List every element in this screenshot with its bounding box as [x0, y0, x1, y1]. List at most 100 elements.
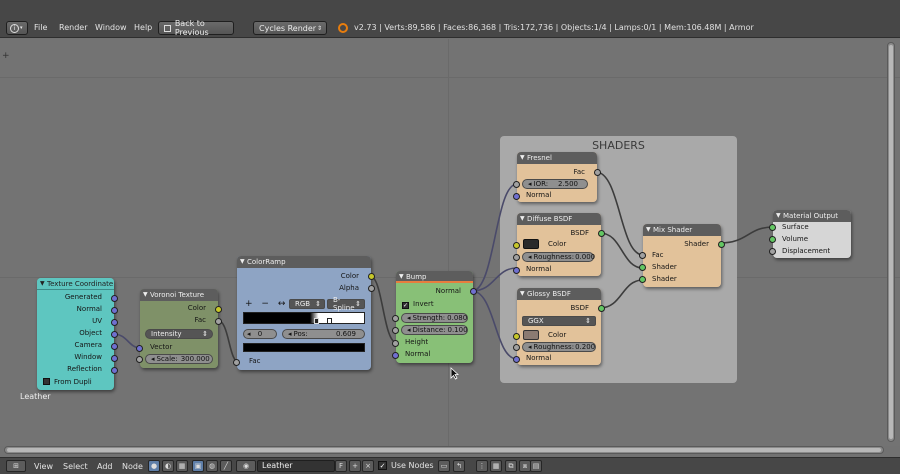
socket-fac[interactable] [594, 169, 601, 176]
socket-window[interactable] [111, 355, 118, 362]
socket-displacement[interactable] [769, 248, 776, 255]
position-field[interactable]: ◂ Pos: 0.609 [282, 329, 365, 339]
socket-fac[interactable] [639, 252, 646, 259]
fake-user-button[interactable]: F [335, 460, 347, 472]
socket-object[interactable] [111, 331, 118, 338]
horizontal-scrollbar[interactable] [4, 446, 884, 454]
socket-volume[interactable] [769, 236, 776, 243]
use-nodes-checkbox[interactable]: ✓ Use Nodes [378, 461, 434, 470]
socket-reflection[interactable] [111, 367, 118, 374]
color-swatch[interactable] [523, 330, 539, 340]
color-swatch[interactable] [523, 239, 539, 249]
shader-nodes-icon[interactable]: ● [148, 460, 160, 472]
add-stop-icon[interactable]: + [245, 299, 253, 309]
ior-field[interactable]: ◂ IOR: 2.500 [522, 179, 588, 189]
render-preview-icon[interactable]: ▤ [530, 460, 542, 472]
socket-normal[interactable] [111, 307, 118, 314]
socket-ior[interactable] [513, 181, 520, 188]
material-output-node[interactable]: ▼ Material Output Surface Volume Displac… [769, 210, 851, 258]
colorramp-node[interactable]: ▼ ColorRamp Color Alpha + − ↔ RGB ⇕ B-Sp… [233, 256, 375, 370]
menu-node[interactable]: Node [122, 462, 143, 471]
ramp-gradient[interactable] [243, 312, 365, 324]
node-header[interactable]: ▼ Mix Shader [643, 224, 721, 236]
socket-color[interactable] [513, 242, 520, 249]
socket-alpha[interactable] [368, 285, 375, 292]
render-engine-select[interactable]: Cycles Render ⇕ [253, 21, 327, 35]
menu-help[interactable]: Help [134, 23, 152, 32]
distribution-select[interactable]: GGX ⇕ [522, 316, 596, 326]
socket-strength[interactable] [392, 315, 399, 322]
menu-render[interactable]: Render [59, 23, 87, 32]
socket-bsdf[interactable] [598, 305, 605, 312]
socket-roughness[interactable] [513, 254, 520, 261]
stop-marker-icon[interactable] [327, 318, 332, 324]
distance-field[interactable]: ◂ Distance: 0.100 [401, 325, 468, 335]
scrollbar-thumb[interactable] [7, 448, 881, 452]
node-header[interactable]: ▼ Glossy BSDF [517, 288, 601, 300]
node-header[interactable]: ▼ Material Output [773, 210, 851, 222]
copy-nodes-icon[interactable]: ⧉ [505, 460, 517, 472]
object-shader-icon[interactable]: ▣ [192, 460, 204, 472]
voronoi-texture-node[interactable]: ▼ Voronoi Texture Color Fac Intensity ⇕ … [136, 289, 222, 368]
scrollbar-thumb[interactable] [889, 45, 893, 439]
socket-normal-out[interactable] [470, 288, 477, 295]
active-stop-field[interactable]: ◂ 0 [243, 329, 277, 339]
socket-bsdf[interactable] [598, 230, 605, 237]
back-to-previous-button[interactable]: Back to Previous [158, 19, 234, 37]
menu-window[interactable]: Window [95, 23, 127, 32]
node-header[interactable]: ▼ Texture Coordinate [37, 278, 114, 290]
editor-type-button[interactable]: i ▾ [6, 21, 28, 35]
interpolation-select[interactable]: B-Spline ⇕ [327, 296, 365, 312]
menu-add[interactable]: Add [97, 462, 113, 471]
node-header[interactable]: ▼ Fresnel [517, 152, 597, 164]
invert-checkbox[interactable]: ✓ Invert [402, 300, 434, 309]
socket-height[interactable] [392, 340, 399, 347]
socket-normal-in[interactable] [392, 352, 399, 359]
stop-marker-icon[interactable] [314, 318, 319, 324]
node-header[interactable]: ▼ ColorRamp [237, 256, 371, 268]
flip-ramp-icon[interactable]: ↔ [278, 299, 286, 309]
socket-shader-out[interactable] [718, 241, 725, 248]
linestyle-icon[interactable]: ╱ [220, 460, 232, 472]
socket-uv[interactable] [111, 319, 118, 326]
socket-camera[interactable] [111, 343, 118, 350]
socket-color[interactable] [368, 273, 375, 280]
mix-shader-node[interactable]: ▼ Mix Shader Shader Fac Shader Shader [639, 224, 725, 287]
texture-coordinate-node[interactable]: ▼ Texture Coordinate Generated Normal UV… [37, 278, 118, 390]
socket-normal[interactable] [513, 356, 520, 363]
node-header[interactable]: ▼ Voronoi Texture [140, 289, 218, 301]
socket-shader-2[interactable] [639, 276, 646, 283]
material-name-field[interactable]: Leather [257, 460, 335, 472]
socket-surface[interactable] [769, 224, 776, 231]
add-material-icon[interactable]: + [349, 460, 361, 472]
snap-icon[interactable]: ⋮ [476, 460, 488, 472]
backdrop-icon[interactable]: ▭ [438, 460, 450, 472]
menu-file[interactable]: File [34, 23, 47, 32]
node-header[interactable]: ▼ Bump [396, 271, 473, 283]
socket-generated[interactable] [111, 295, 118, 302]
socket-normal[interactable] [513, 267, 520, 274]
menu-select[interactable]: Select [63, 462, 88, 471]
socket-vector[interactable] [136, 345, 143, 352]
socket-distance[interactable] [392, 327, 399, 334]
diffuse-bsdf-node[interactable]: ▼ Diffuse BSDF BSDF Color ◂ Roughness: 0… [513, 213, 605, 276]
node-editor[interactable]: SHADERS ▼ Texture Coordinate Generated N… [0, 39, 900, 446]
from-dupli-checkbox[interactable]: From Dupli [43, 378, 92, 386]
glossy-bsdf-node[interactable]: ▼ Glossy BSDF BSDF GGX ⇕ Color ◂ Roughne… [513, 288, 605, 365]
socket-fac[interactable] [215, 318, 222, 325]
strength-field[interactable]: ◂ Strength: 0.080 [401, 313, 468, 323]
bump-node[interactable]: ▼ Bump Normal ✓ Invert ◂ Strength: 0.080 … [392, 271, 477, 363]
stop-color-swatch[interactable] [243, 343, 365, 352]
socket-color[interactable] [513, 333, 520, 340]
color-mode-select[interactable]: RGB ⇕ [289, 299, 325, 309]
remove-stop-icon[interactable]: − [261, 299, 269, 309]
socket-roughness[interactable] [513, 344, 520, 351]
editor-type-button[interactable]: ⊞ [6, 460, 26, 472]
material-browse-button[interactable]: ◉ [236, 460, 256, 472]
fresnel-node[interactable]: ▼ Fresnel Fac ◂ IOR: 2.500 Normal [513, 152, 601, 202]
socket-color[interactable] [215, 306, 222, 313]
menu-view[interactable]: View [34, 462, 53, 471]
snap-element-icon[interactable]: ▦ [490, 460, 502, 472]
scale-field[interactable]: ◂ Scale: 300.000 [145, 354, 213, 364]
world-shader-icon[interactable]: ◍ [206, 460, 218, 472]
